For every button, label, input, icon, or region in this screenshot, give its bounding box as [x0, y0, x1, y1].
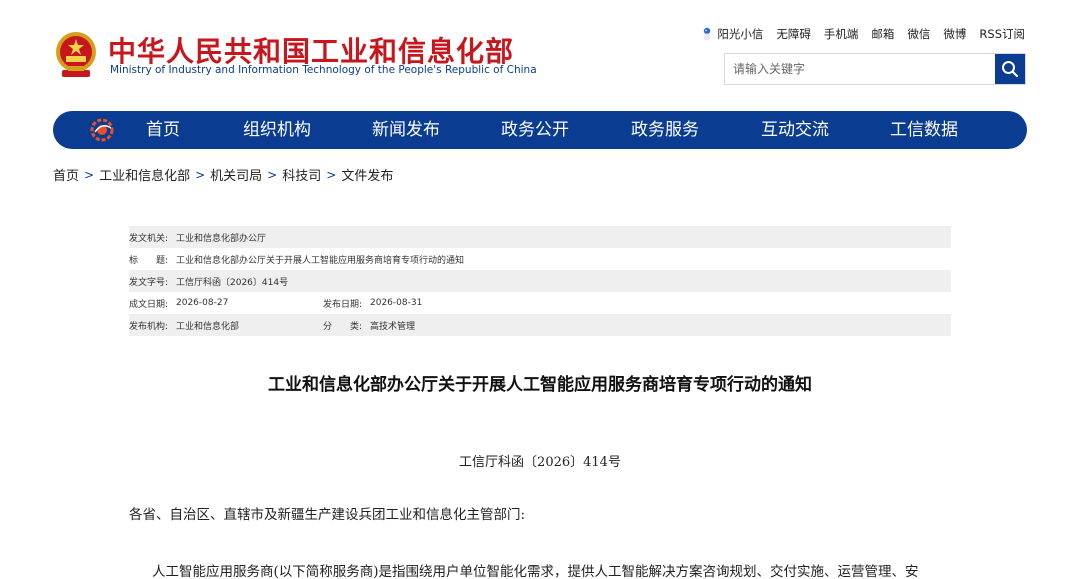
info-value-published: 2026-08-31	[370, 298, 423, 308]
article-title: 工业和信息化部办公厅关于开展人工智能应用服务商培育专项行动的通知	[268, 375, 812, 395]
breadcrumb-departments[interactable]: 机关司局	[210, 165, 262, 184]
toplink-sunshine[interactable]: 阳光小信	[701, 26, 763, 42]
info-value-created: 2026-08-27	[176, 298, 229, 308]
info-value-title: 工业和信息化部办公厅关于开展人工智能应用服务商培育专项行动的通知	[176, 255, 465, 266]
nav-gov-affairs[interactable]: 政务公开	[499, 111, 571, 149]
nav-home[interactable]: 首页	[143, 111, 183, 149]
search-button[interactable]	[995, 54, 1025, 84]
search-icon	[1002, 61, 1019, 78]
top-links: 阳光小信 无障碍 手机端 邮箱 微信 微博 RSS订阅	[688, 26, 1025, 42]
breadcrumb-science-dept[interactable]: 科技司	[282, 165, 321, 184]
search-input[interactable]	[725, 54, 995, 84]
info-row-docno: 发文字号: 工信厅科函〔2026〕414号	[129, 270, 951, 292]
info-row-org: 发布机构: 工业和信息化部 分 类: 高技术管理	[129, 314, 951, 336]
nav-organization[interactable]: 组织机构	[241, 111, 313, 149]
info-label-org: 发布机构:	[129, 321, 169, 332]
toplink-mail[interactable]: 邮箱	[871, 26, 894, 42]
info-label-created: 成文日期:	[129, 299, 169, 310]
info-value-issuer: 工业和信息化部办公厅	[176, 233, 267, 244]
nav-interaction[interactable]: 互动交流	[759, 111, 831, 149]
breadcrumb-documents[interactable]: 文件发布	[341, 165, 393, 184]
info-label-issuer: 发文机关:	[129, 233, 169, 244]
toplink-accessibility[interactable]: 无障碍	[776, 26, 811, 42]
toplink-rss[interactable]: RSS订阅	[979, 26, 1025, 42]
national-emblem-icon[interactable]	[52, 30, 100, 80]
ministry-logo-icon	[90, 118, 114, 142]
breadcrumb-separator: >	[326, 167, 337, 182]
breadcrumb-ministry[interactable]: 工业和信息化部	[99, 165, 190, 184]
toplink-mobile[interactable]: 手机端	[824, 26, 859, 42]
toplink-weibo[interactable]: 微博	[943, 26, 966, 42]
info-row-title: 标 题: 工业和信息化部办公厅关于开展人工智能应用服务商培育专项行动的通知	[129, 248, 951, 270]
article-paragraph: 人工智能应用服务商(以下简称服务商)是指围绕用户单位智能化需求，提供人工智能解决…	[152, 564, 919, 579]
info-label-published: 发布日期:	[323, 299, 363, 310]
breadcrumb: 首页 > 工业和信息化部 > 机关司局 > 科技司 > 文件发布	[53, 165, 393, 185]
breadcrumb-separator: >	[84, 167, 95, 182]
document-info-table: 发文机关: 工业和信息化部办公厅 标 题: 工业和信息化部办公厅关于开展人工智能…	[129, 226, 951, 336]
sunshine-mascot-icon	[703, 27, 711, 41]
breadcrumb-separator: >	[195, 167, 206, 182]
search-box	[724, 53, 1026, 85]
site-header: 中华人民共和国工业和信息化部 Ministry of Industry and …	[0, 0, 1080, 108]
toplink-wechat[interactable]: 微信	[907, 26, 930, 42]
site-subtitle: Ministry of Industry and Information Tec…	[110, 64, 537, 76]
nav-news[interactable]: 新闻发布	[370, 111, 442, 149]
article-doc-number: 工信厅科函〔2026〕414号	[459, 455, 621, 470]
article-addressee: 各省、自治区、直辖市及新疆生产建设兵团工业和信息化主管部门:	[129, 507, 526, 523]
info-label-docno: 发文字号:	[129, 277, 169, 288]
nav-data[interactable]: 工信数据	[888, 111, 960, 149]
main-nav: 首页 组织机构 新闻发布 政务公开 政务服务 互动交流 工信数据	[53, 111, 1027, 149]
info-row-dates: 成文日期: 2026-08-27 发布日期: 2026-08-31	[129, 292, 951, 314]
breadcrumb-separator: >	[267, 167, 278, 182]
info-row-issuer: 发文机关: 工业和信息化部办公厅	[129, 226, 951, 248]
breadcrumb-home[interactable]: 首页	[53, 165, 79, 184]
info-value-category: 高技术管理	[370, 321, 416, 332]
toplink-sunshine-label: 阳光小信	[717, 27, 764, 41]
info-value-docno: 工信厅科函〔2026〕414号	[176, 277, 289, 288]
info-value-org: 工业和信息化部	[176, 321, 240, 332]
info-label-category: 分 类:	[323, 321, 363, 332]
nav-gov-services[interactable]: 政务服务	[629, 111, 701, 149]
info-label-title: 标 题:	[129, 255, 169, 266]
